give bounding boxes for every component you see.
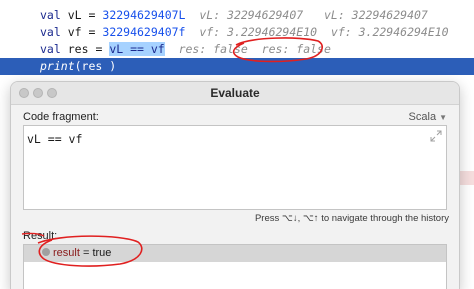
function-print: print	[40, 59, 75, 73]
assign-op: =	[88, 25, 96, 39]
keyword-val: val	[40, 25, 61, 39]
inline-hint: vL: 32294629407	[199, 8, 304, 22]
code-fragment-label: Code fragment:	[23, 111, 99, 123]
dialog-title: Evaluate	[210, 86, 260, 100]
result-eq: =	[79, 247, 93, 259]
chevron-down-icon: ▼	[439, 113, 447, 122]
result-label: Result:	[23, 230, 58, 242]
result-row[interactable]: result = true	[24, 245, 446, 262]
code-fragment-text: vL == vf	[27, 132, 83, 146]
screenshot-root: val vL = 32294629407L vL: 32294629407 vL…	[0, 0, 474, 289]
history-hint: Press ⌥↓, ⌥↑ to navigate through the his…	[254, 213, 449, 224]
keyword-val: val	[40, 8, 61, 22]
evaluate-dialog: Evaluate Code fragment: Scala ▼ vL == vf …	[10, 81, 460, 289]
result-value: true	[92, 247, 112, 259]
var-name: vL	[67, 8, 82, 22]
dialog-titlebar[interactable]: Evaluate	[11, 82, 459, 105]
inline-hint-2: res: false	[261, 42, 331, 56]
language-value: Scala	[408, 111, 437, 123]
keyword-val: val	[40, 42, 61, 56]
language-select[interactable]: Scala ▼	[409, 111, 447, 123]
inline-hint: res: false	[178, 42, 248, 56]
code-line-1[interactable]: val vL = 32294629407L vL: 32294629407 vL…	[0, 7, 474, 24]
expand-icon[interactable]	[430, 130, 442, 142]
code-line-3[interactable]: val res = vL == vf res: false res: false	[0, 41, 474, 58]
result-name: result	[53, 247, 80, 259]
code-fragment-input[interactable]: vL == vf	[23, 125, 447, 210]
inline-hint: vf: 3.22946294E10	[199, 25, 318, 39]
assign-op: =	[88, 8, 96, 22]
inline-hint-2: vf: 3.22946294E10	[330, 25, 449, 39]
boolean-value-icon	[42, 248, 50, 257]
selected-expression[interactable]: vL == vf	[109, 42, 165, 56]
literal-value: 32294629407L	[102, 8, 186, 22]
literal-value: 32294629407f	[102, 25, 186, 39]
result-panel[interactable]: result = true	[23, 244, 447, 289]
var-name: vf	[67, 25, 82, 39]
code-line-2[interactable]: val vf = 32294629407f vf: 3.22946294E10 …	[0, 24, 474, 41]
var-name: res	[67, 42, 89, 56]
assign-op: =	[95, 42, 103, 56]
call-args: (res )	[74, 59, 117, 73]
code-line-4-current[interactable]: print(res )	[0, 58, 474, 75]
inline-hint-2: vL: 32294629407	[323, 8, 428, 22]
